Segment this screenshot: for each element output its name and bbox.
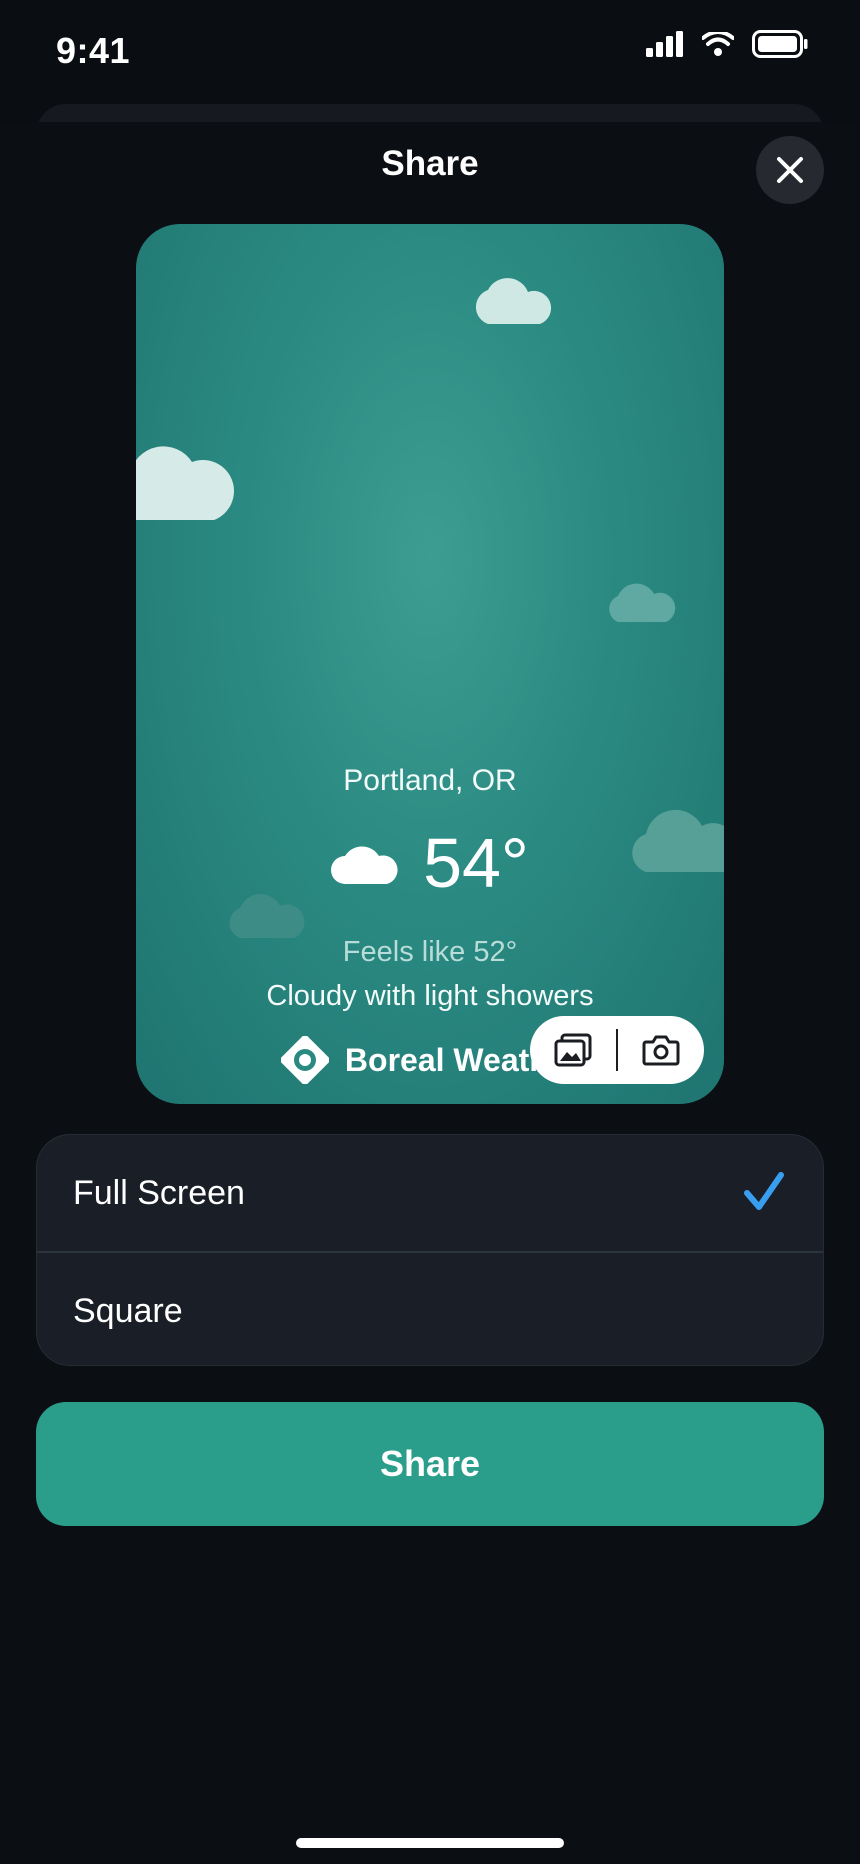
save-to-photos-button[interactable] bbox=[530, 1016, 616, 1084]
option-label: Square bbox=[73, 1291, 183, 1330]
wifi-icon bbox=[702, 32, 734, 56]
sheet-title: Share bbox=[381, 144, 479, 183]
option-square[interactable]: Square bbox=[37, 1253, 823, 1365]
cloud-decoration-icon bbox=[609, 583, 676, 622]
status-time: 9:41 bbox=[56, 30, 131, 71]
battery-icon bbox=[752, 30, 808, 58]
camera-icon bbox=[642, 1035, 680, 1066]
signal-icon bbox=[646, 31, 683, 57]
close-button[interactable] bbox=[756, 136, 824, 204]
temperature-value: 54° bbox=[423, 824, 529, 902]
status-icons bbox=[646, 30, 808, 58]
cloud-decoration-icon bbox=[229, 894, 305, 938]
option-label: Full Screen bbox=[73, 1173, 245, 1212]
checkmark-icon bbox=[744, 1172, 784, 1210]
boreal-logo-icon bbox=[280, 1036, 329, 1084]
temperature-row: 54° bbox=[136, 828, 724, 898]
feels-like: Feels like 52° bbox=[342, 936, 518, 968]
cloud-decoration-icon bbox=[475, 278, 552, 324]
status-bar: 9:41 bbox=[0, 0, 860, 100]
cloud-decoration-icon bbox=[136, 446, 235, 520]
card-action-pill bbox=[530, 1016, 704, 1084]
cloud-icon bbox=[331, 846, 398, 884]
photos-icon bbox=[554, 1033, 592, 1067]
share-button[interactable]: Share bbox=[36, 1402, 824, 1526]
city-name: Portland, OR bbox=[343, 764, 517, 797]
option-full-screen[interactable]: Full Screen bbox=[37, 1135, 823, 1251]
format-options: Full Screen Square bbox=[36, 1134, 824, 1366]
home-indicator bbox=[296, 1838, 564, 1848]
close-icon bbox=[777, 157, 803, 183]
weather-preview-card: Portland, OR 54° Feels like 52° Cloudy w… bbox=[136, 224, 724, 1104]
condition-text: Cloudy with light showers bbox=[266, 980, 594, 1012]
camera-button[interactable] bbox=[618, 1016, 704, 1084]
